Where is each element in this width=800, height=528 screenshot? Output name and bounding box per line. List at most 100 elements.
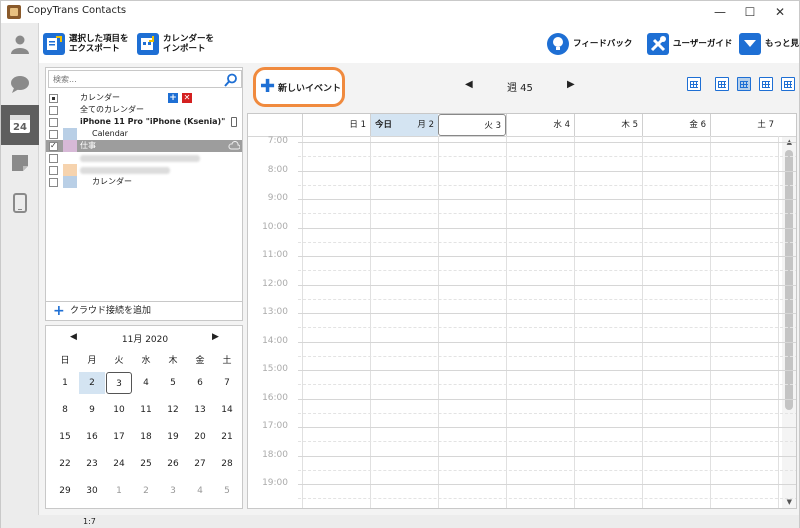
day-cell[interactable]: 10	[106, 399, 132, 421]
minimize-button[interactable]: —	[705, 1, 735, 23]
search-input[interactable]	[49, 71, 219, 87]
nav-device[interactable]	[1, 185, 39, 225]
year-view-icon[interactable]	[781, 77, 795, 91]
user-guide-button[interactable]: ユーザーガイド	[647, 29, 732, 59]
nav-contacts[interactable]	[1, 25, 39, 65]
weekday-header: 水	[141, 356, 151, 366]
day-cell[interactable]: 4	[187, 480, 213, 502]
prev-week-button[interactable]: ◀	[465, 79, 473, 90]
day-cell[interactable]: 25	[133, 453, 159, 475]
day-cell[interactable]: 11	[133, 399, 159, 421]
day-header[interactable]: 水 4	[506, 114, 574, 136]
half-hour-line	[298, 241, 796, 243]
checkbox[interactable]	[49, 140, 58, 152]
hour-line	[298, 170, 796, 172]
calendar-header-row: カレンダー + ✕	[46, 92, 242, 104]
today-label: 今日	[375, 120, 393, 130]
day-cell[interactable]: 19	[160, 426, 186, 448]
week-view-icon[interactable]	[737, 77, 751, 91]
day-cell[interactable]: 8	[52, 399, 78, 421]
day-cell[interactable]: 5	[160, 372, 186, 394]
day-cell[interactable]: 28	[214, 453, 240, 475]
list-item[interactable]: 仕事	[46, 140, 242, 152]
checkbox[interactable]	[49, 154, 58, 163]
day-header[interactable]: 金 6	[642, 114, 710, 136]
next-month-button[interactable]: ▶	[212, 332, 219, 342]
close-button[interactable]: ✕	[765, 1, 795, 23]
day-header[interactable]: 月 2 今日	[370, 114, 438, 136]
list-item[interactable]	[46, 164, 242, 176]
day-cell[interactable]: 1	[52, 372, 78, 394]
day-header[interactable]: 日 1	[302, 114, 370, 136]
day-cell[interactable]: 15	[52, 426, 78, 448]
day-cell[interactable]: 30	[79, 480, 105, 502]
more-label: もっと見る	[765, 39, 800, 49]
day-cell[interactable]: 9	[79, 399, 105, 421]
day-cell[interactable]: 4	[133, 372, 159, 394]
nav-messages[interactable]	[1, 65, 39, 105]
day-cell[interactable]: 20	[187, 426, 213, 448]
day-cell[interactable]: 13	[187, 399, 213, 421]
search-icon[interactable]	[224, 72, 238, 87]
checkbox[interactable]	[49, 106, 58, 115]
day-column-divider	[642, 136, 643, 508]
day-cell[interactable]: 23	[79, 453, 105, 475]
select-all-checkbox[interactable]	[49, 94, 58, 103]
list-item[interactable]: 全てのカレンダー	[46, 104, 242, 116]
day-cell[interactable]: 17	[106, 426, 132, 448]
checkbox[interactable]	[49, 118, 58, 127]
day-cell[interactable]: 2	[133, 480, 159, 502]
day-cell[interactable]: 12	[160, 399, 186, 421]
new-event-button[interactable]: ✚ 新しいイベント	[253, 67, 345, 107]
day-cell[interactable]: 18	[133, 426, 159, 448]
day-cell[interactable]: 5	[214, 480, 240, 502]
status-bar: 1:7	[1, 515, 799, 528]
hour-label: 13:00	[262, 307, 288, 317]
day-cell[interactable]: 27	[187, 453, 213, 475]
day-view-icon[interactable]	[687, 77, 701, 91]
import-button[interactable]: カレンダーを インポート	[137, 29, 214, 59]
day-cell[interactable]: 29	[52, 480, 78, 502]
add-cloud-connection-button[interactable]: + クラウド接続を追加	[45, 301, 243, 321]
calendar-name: 仕事	[80, 141, 96, 150]
day-cell[interactable]: 7	[214, 372, 240, 394]
day-cell[interactable]: 1	[106, 480, 132, 502]
list-item[interactable]: カレンダー	[46, 176, 242, 188]
feedback-button[interactable]: フィードバック	[547, 29, 632, 59]
day-header[interactable]: 土 7	[710, 114, 778, 136]
window-title: CopyTrans Contacts	[27, 5, 127, 16]
day-cell[interactable]: 14	[214, 399, 240, 421]
nav-notes[interactable]	[1, 145, 39, 185]
checkbox[interactable]	[49, 130, 58, 139]
day-header[interactable]: 木 5	[574, 114, 642, 136]
day-cell[interactable]: 21	[214, 426, 240, 448]
day-cell[interactable]: 22	[52, 453, 78, 475]
checkbox[interactable]	[49, 166, 58, 175]
day-cell[interactable]: 3	[160, 480, 186, 502]
day-cell[interactable]: 16	[79, 426, 105, 448]
work-week-view-icon[interactable]	[715, 77, 729, 91]
more-button[interactable]: もっと見る	[739, 29, 800, 59]
calendar-name: カレンダー	[92, 177, 132, 186]
mini-calendar: ◀ 11月 2020 ▶ 日月火水木金土 1 2 3 4 5 6 7 8 9 10 11 12 13 14 1…	[45, 325, 243, 509]
maximize-button[interactable]: ☐	[735, 1, 765, 23]
day-cell[interactable]: 3	[106, 372, 132, 394]
day-cell[interactable]: 24	[106, 453, 132, 475]
import-icon	[137, 33, 159, 55]
export-button[interactable]: 選択した項目を エクスポート	[43, 29, 129, 59]
list-item[interactable]: iPhone 11 Pro "iPhone (Ksenia)"	[46, 116, 242, 128]
list-item[interactable]: Calendar	[46, 128, 242, 140]
month-view-icon[interactable]	[759, 77, 773, 91]
delete-calendar-icon[interactable]: ✕	[182, 93, 192, 103]
day-cell[interactable]: 26	[160, 453, 186, 475]
nav-calendar[interactable]: 24	[1, 105, 39, 145]
add-calendar-icon[interactable]: +	[168, 93, 178, 103]
list-item[interactable]	[46, 152, 242, 164]
next-week-button[interactable]: ▶	[567, 79, 575, 90]
day-header[interactable]: 火 3	[438, 114, 506, 136]
day-cell[interactable]: 6	[187, 372, 213, 394]
checkbox[interactable]	[49, 178, 58, 187]
day-cell[interactable]: 2	[79, 372, 105, 394]
scrollbar-thumb[interactable]	[785, 150, 793, 410]
hour-line	[298, 455, 796, 457]
